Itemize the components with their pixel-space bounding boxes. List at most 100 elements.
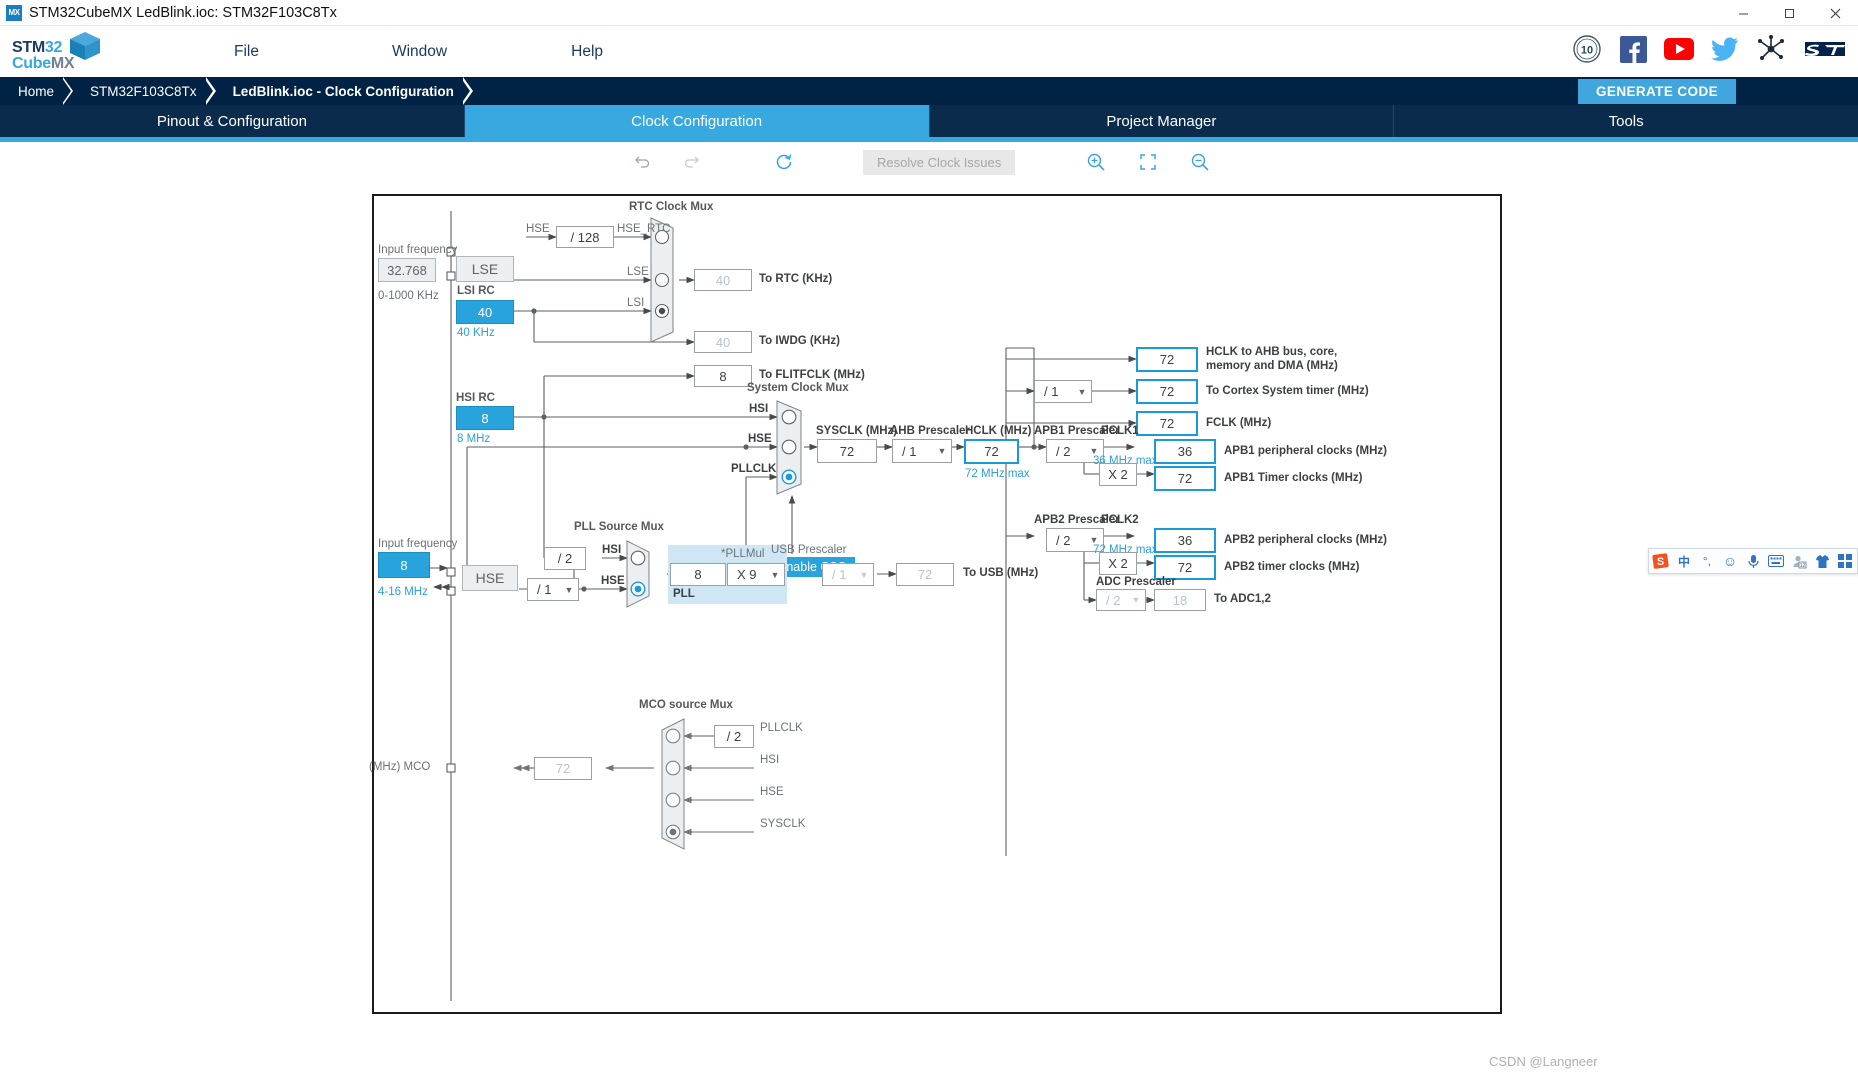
breadcrumb-device[interactable]: STM32F103C8Tx — [64, 77, 216, 105]
hse-prescaler-value: / 1 — [537, 582, 552, 597]
tab-pinout-configuration[interactable]: Pinout & Configuration — [0, 105, 465, 137]
menu-window[interactable]: Window — [380, 37, 459, 67]
rtc-mux-input-lsi-label: LSI — [627, 297, 645, 309]
pllmul-select[interactable]: X 9 ▼ — [727, 563, 785, 586]
fclk-value[interactable]: 72 — [1136, 411, 1198, 436]
apb1-peripheral-value[interactable]: 36 — [1154, 439, 1216, 464]
ahb-prescaler-select[interactable]: / 1 ▼ — [892, 439, 952, 463]
tab-tools[interactable]: Tools — [1394, 105, 1858, 137]
sysmux-input-hsi-label: HSI — [749, 403, 769, 415]
twitter-icon[interactable] — [1710, 34, 1740, 64]
apb2-peripheral-value[interactable]: 36 — [1154, 528, 1216, 553]
cortex-timer-value[interactable]: 72 — [1136, 379, 1198, 404]
adc-prescaler-label: ADC Prescaler — [1096, 576, 1176, 588]
ime-mic-icon[interactable] — [1744, 552, 1762, 570]
ime-keyboard-icon[interactable] — [1767, 552, 1785, 570]
to-iwdg-value[interactable]: 40 — [694, 331, 752, 353]
adc-prescaler-select[interactable]: / 2 ▼ — [1096, 589, 1146, 611]
ime-mode-icon[interactable]: 中 — [1675, 552, 1693, 570]
clock-tree-wires — [430, 211, 1156, 1001]
hsi-rc-unit-label: 8 MHz — [457, 433, 491, 445]
svg-text:10: 10 — [1581, 45, 1593, 57]
pll-source-mux-title: PLL Source Mux — [574, 521, 664, 533]
mco-output-value[interactable]: 72 — [534, 757, 592, 780]
pllmux-input-hse-label: HSE — [601, 575, 625, 587]
zoom-in-icon[interactable] — [1077, 147, 1115, 177]
community-icon[interactable] — [1756, 34, 1786, 64]
usb-output-value[interactable]: 72 — [896, 563, 954, 586]
ime-skin-icon[interactable] — [1813, 552, 1831, 570]
ime-emoji-icon[interactable]: ☺ — [1721, 552, 1739, 570]
menu-help[interactable]: Help — [559, 37, 615, 67]
pll-hsi-divider[interactable]: / 2 — [544, 547, 586, 570]
main-tabbar: Pinout & Configuration Clock Configurati… — [0, 105, 1858, 137]
apb2-prescaler-value: / 2 — [1056, 532, 1071, 548]
hse-range-label: 4-16 MHz — [378, 586, 428, 598]
close-button[interactable] — [1812, 0, 1858, 26]
minimize-button[interactable] — [1720, 0, 1766, 26]
lsi-rc-value[interactable]: 40 — [456, 300, 514, 324]
chevron-down-icon: ▼ — [564, 584, 574, 595]
hse-oscillator-box[interactable]: HSE — [462, 565, 518, 591]
clock-diagram-canvas[interactable]: Input frequency 32.768 0-1000 KHz LSE LS… — [369, 194, 1502, 1014]
app-icon: MX — [6, 4, 22, 21]
apb2-timer-multiplier[interactable]: X 2 — [1099, 552, 1137, 575]
maximize-button[interactable] — [1766, 0, 1812, 26]
menu-file[interactable]: File — [222, 37, 271, 67]
apb1-timer-multiplier[interactable]: X 2 — [1099, 463, 1137, 486]
to-rtc-value[interactable]: 40 — [694, 269, 752, 291]
pclk2-label: PCLK2 — [1101, 514, 1139, 526]
to-rtc-label: To RTC (KHz) — [759, 273, 833, 285]
fit-to-screen-icon[interactable] — [1129, 147, 1167, 177]
apb1-timer-value[interactable]: 72 — [1154, 466, 1216, 491]
hse-input-frequency-field[interactable]: 8 — [378, 552, 430, 578]
breadcrumb-current[interactable]: LedBlink.ioc - Clock Configuration — [207, 77, 473, 105]
mco-pllclk-divider[interactable]: / 2 — [714, 725, 754, 748]
hclk-value[interactable]: 72 — [964, 439, 1019, 464]
hclk-ahb-bus-label-2: memory and DMA (MHz) — [1206, 360, 1338, 372]
youtube-icon[interactable] — [1664, 34, 1694, 64]
st-logo-icon[interactable] — [1802, 34, 1848, 64]
usb-prescaler-select[interactable]: / 1 ▼ — [822, 563, 874, 586]
to-flitfclk-value[interactable]: 8 — [694, 365, 752, 387]
usb-output-label: To USB (MHz) — [963, 567, 1039, 579]
adc-output-label: To ADC1,2 — [1214, 593, 1271, 605]
pll-input-value[interactable]: 8 — [670, 563, 726, 586]
adc-prescaler-value: / 2 — [1106, 592, 1121, 608]
lse-input-frequency-field[interactable]: 32.768 — [378, 258, 436, 282]
hclk-ahb-bus-value[interactable]: 72 — [1136, 347, 1198, 372]
window-title: STM32CubeMX LedBlink.ioc: STM32F103C8Tx — [29, 4, 337, 21]
generate-code-button[interactable]: GENERATE CODE — [1578, 79, 1736, 104]
reset-icon[interactable] — [765, 147, 803, 177]
hse-rtc-output-label: HSE_RTC — [617, 223, 671, 235]
sysclk-value[interactable]: 72 — [817, 439, 877, 463]
hse-rtc-divider[interactable]: / 128 — [556, 226, 614, 248]
sysmux-input-pllclk-label: PLLCLK — [731, 463, 777, 475]
ime-user-icon[interactable]: 12 — [1790, 552, 1808, 570]
tab-clock-configuration[interactable]: Clock Configuration — [464, 105, 930, 137]
hsi-rc-value[interactable]: 8 — [456, 406, 514, 430]
lse-oscillator-box[interactable]: LSE — [456, 256, 514, 282]
undo-icon[interactable] — [624, 147, 662, 177]
breadcrumb-home[interactable]: Home — [0, 77, 74, 105]
zoom-out-icon[interactable] — [1181, 147, 1219, 177]
sogou-ime-toolbar[interactable]: S 中 °, ☺ 12 — [1648, 548, 1858, 574]
breadcrumb-current-label: LedBlink.ioc - Clock Configuration — [232, 83, 454, 99]
facebook-icon[interactable] — [1618, 34, 1648, 64]
cortex-prescaler-select[interactable]: / 1 ▼ — [1034, 380, 1092, 403]
adc-output-value[interactable]: 18 — [1154, 589, 1206, 611]
ime-punctuation-icon[interactable]: °, — [1698, 552, 1716, 570]
mcomux-input-hsi-label: HSI — [760, 754, 780, 766]
chevron-down-icon: ▼ — [859, 569, 869, 580]
redo-icon[interactable] — [672, 147, 710, 177]
hclk-max-label: 72 MHz max — [965, 468, 1030, 480]
cortex-prescaler-value: / 1 — [1044, 384, 1059, 399]
ime-apps-icon[interactable] — [1836, 552, 1854, 570]
breadcrumb-home-label: Home — [18, 83, 55, 99]
sogou-icon[interactable]: S — [1652, 552, 1670, 570]
resolve-clock-issues-button[interactable]: Resolve Clock Issues — [863, 149, 1016, 175]
tab-project-manager[interactable]: Project Manager — [929, 105, 1395, 137]
to-flitfclk-label: To FLITFCLK (MHz) — [759, 369, 865, 381]
anniversary-badge-icon[interactable]: 10 — [1572, 34, 1602, 64]
hse-prescaler-select[interactable]: / 1 ▼ — [527, 578, 579, 601]
